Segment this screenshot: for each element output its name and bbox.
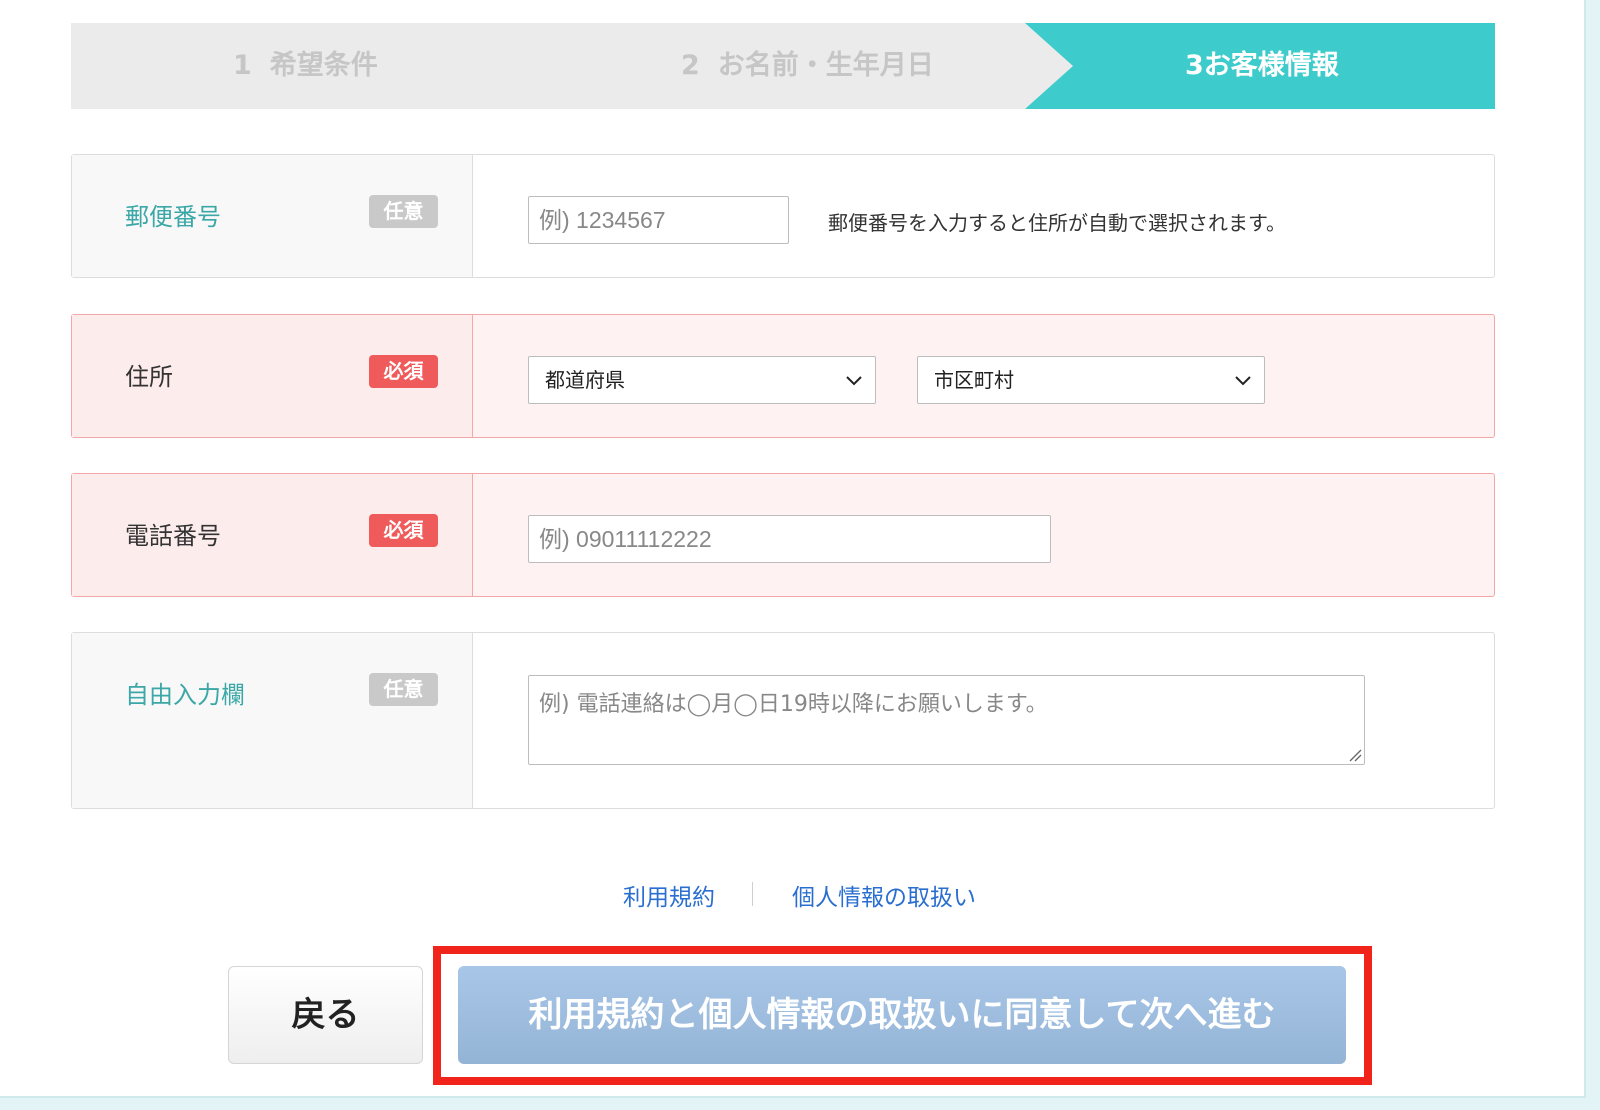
- optional-badge: 任意: [369, 195, 438, 228]
- step-2-label: お名前・生年月日: [717, 50, 934, 81]
- optional-badge: 任意: [369, 673, 438, 706]
- phone-label: 電話番号: [125, 522, 221, 550]
- step-3-label: お客様情報: [1203, 50, 1339, 81]
- free-input-row: 自由入力欄 任意 例) 電話連絡は◯月◯日19時以降にお願いします。: [71, 632, 1495, 809]
- form-card: 1 希望条件 2 お名前・生年月日 3お客様情報 郵便番号 任意 例) 123456…: [0, 0, 1586, 1098]
- phone-row: 電話番号 必須 例) 09011112222: [71, 473, 1495, 597]
- city-select-value: 市区町村: [934, 368, 1014, 392]
- free-input-placeholder: 例) 電話連絡は◯月◯日19時以降にお願いします。: [539, 692, 1048, 717]
- step-progress-bar: 1 希望条件 2 お名前・生年月日 3お客様情報: [71, 23, 1495, 109]
- address-label: 住所: [125, 363, 173, 391]
- postal-code-row: 郵便番号 任意 例) 1234567 郵便番号を入力すると住所が自動で選択されま…: [71, 154, 1495, 278]
- terms-link[interactable]: 利用規約: [623, 878, 715, 912]
- chevron-down-icon: [846, 376, 862, 386]
- address-label-cell: 住所 必須: [72, 315, 473, 437]
- step-3: 3お客様情報: [1185, 23, 1339, 109]
- free-input-label: 自由入力欄: [125, 681, 245, 709]
- policy-links: 利用規約 個人情報の取扱い: [0, 878, 1600, 918]
- prefecture-select[interactable]: 都道府県: [528, 356, 876, 404]
- free-input-label-cell: 自由入力欄 任意: [72, 633, 473, 808]
- prefecture-select-value: 都道府県: [545, 368, 625, 392]
- postal-code-input[interactable]: 例) 1234567: [528, 196, 789, 244]
- phone-input[interactable]: 例) 09011112222: [528, 515, 1051, 563]
- required-badge: 必須: [369, 355, 438, 388]
- step-2-number: 2: [681, 50, 700, 81]
- city-select[interactable]: 市区町村: [917, 356, 1265, 404]
- step-3-number: 3: [1185, 50, 1204, 81]
- step-2: 2 お名前・生年月日: [681, 23, 934, 109]
- step-1-label: 希望条件: [269, 50, 378, 81]
- postal-code-label-cell: 郵便番号 任意: [72, 155, 473, 277]
- phone-label-cell: 電話番号 必須: [72, 474, 473, 596]
- postal-code-help-text: 郵便番号を入力すると住所が自動で選択されます。: [828, 211, 1286, 235]
- step-1: 1 希望条件: [233, 23, 378, 109]
- back-button[interactable]: 戻る: [228, 966, 423, 1064]
- step-1-number: 1: [233, 50, 252, 81]
- required-badge: 必須: [369, 514, 438, 547]
- resize-grip-icon[interactable]: [1348, 748, 1362, 762]
- free-input-textarea[interactable]: 例) 電話連絡は◯月◯日19時以降にお願いします。: [528, 675, 1365, 765]
- agree-next-button[interactable]: 利用規約と個人情報の取扱いに同意して次へ進む: [458, 966, 1346, 1064]
- step-3-active: 3お客様情報: [1025, 23, 1495, 109]
- privacy-link[interactable]: 個人情報の取扱い: [792, 878, 976, 912]
- chevron-down-icon: [1235, 376, 1251, 386]
- link-divider: [752, 882, 753, 906]
- postal-code-label: 郵便番号: [125, 203, 221, 231]
- address-row: 住所 必須 都道府県 市区町村: [71, 314, 1495, 438]
